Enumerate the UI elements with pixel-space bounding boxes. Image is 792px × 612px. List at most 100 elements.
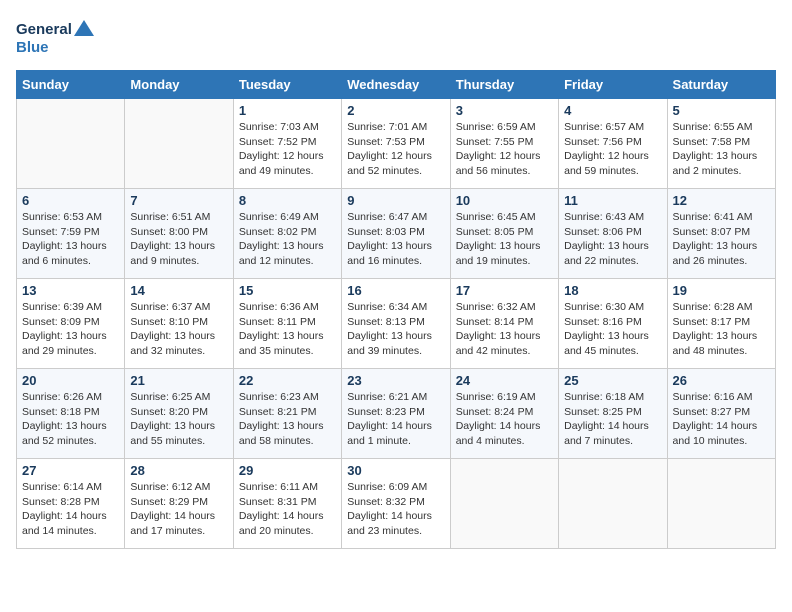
day-info: Sunrise: 6:47 AM Sunset: 8:03 PM Dayligh… — [347, 210, 444, 269]
day-info: Sunrise: 6:45 AM Sunset: 8:05 PM Dayligh… — [456, 210, 553, 269]
calendar-cell: 29 Sunrise: 6:11 AM Sunset: 8:31 PM Dayli… — [233, 459, 341, 549]
weekday-header-monday: Monday — [125, 71, 233, 99]
weekday-header-sunday: Sunday — [17, 71, 125, 99]
weekday-header-thursday: Thursday — [450, 71, 558, 99]
calendar-cell: 13 Sunrise: 6:39 AM Sunset: 8:09 PM Dayli… — [17, 279, 125, 369]
day-info: Sunrise: 6:55 AM Sunset: 7:58 PM Dayligh… — [673, 120, 770, 179]
calendar-cell: 19Sunrise: 6:28 AM Sunset: 8:17 PM Dayli… — [667, 279, 775, 369]
svg-text:General: General — [16, 21, 72, 38]
week-row-3: 13 Sunrise: 6:39 AM Sunset: 8:09 PM Dayli… — [17, 279, 776, 369]
day-number: 17 — [456, 283, 553, 298]
day-info: Sunrise: 6:34 AM Sunset: 8:13 PM Dayligh… — [347, 300, 444, 359]
calendar-cell — [17, 99, 125, 189]
weekday-header-tuesday: Tuesday — [233, 71, 341, 99]
day-number: 26 — [673, 373, 770, 388]
calendar-cell — [667, 459, 775, 549]
calendar-cell — [559, 459, 667, 549]
day-number: 16 — [347, 283, 444, 298]
calendar-cell: 7 Sunrise: 6:51 AM Sunset: 8:00 PM Daylig… — [125, 189, 233, 279]
svg-text:Blue: Blue — [16, 39, 49, 56]
day-number: 29 — [239, 463, 336, 478]
day-info: Sunrise: 6:19 AM Sunset: 8:24 PM Dayligh… — [456, 390, 553, 449]
day-number: 14 — [130, 283, 227, 298]
day-number: 28 — [130, 463, 227, 478]
calendar-cell: 30 Sunrise: 6:09 AM Sunset: 8:32 PM Dayli… — [342, 459, 450, 549]
weekday-header-wednesday: Wednesday — [342, 71, 450, 99]
day-info: Sunrise: 6:59 AM Sunset: 7:55 PM Dayligh… — [456, 120, 553, 179]
day-number: 24 — [456, 373, 553, 388]
calendar-cell: 16 Sunrise: 6:34 AM Sunset: 8:13 PM Dayli… — [342, 279, 450, 369]
day-number: 10 — [456, 193, 553, 208]
day-info: Sunrise: 6:53 AM Sunset: 7:59 PM Dayligh… — [22, 210, 119, 269]
day-info: Sunrise: 6:30 AM Sunset: 8:16 PM Dayligh… — [564, 300, 661, 359]
day-info: Sunrise: 6:51 AM Sunset: 8:00 PM Dayligh… — [130, 210, 227, 269]
day-number: 12 — [673, 193, 770, 208]
logo: General Blue — [16, 16, 96, 60]
day-info: Sunrise: 6:18 AM Sunset: 8:25 PM Dayligh… — [564, 390, 661, 449]
week-row-5: 27Sunrise: 6:14 AM Sunset: 8:28 PM Dayli… — [17, 459, 776, 549]
day-info: Sunrise: 7:01 AM Sunset: 7:53 PM Dayligh… — [347, 120, 444, 179]
calendar-cell: 28Sunrise: 6:12 AM Sunset: 8:29 PM Dayli… — [125, 459, 233, 549]
calendar-cell: 8Sunrise: 6:49 AM Sunset: 8:02 PM Daylig… — [233, 189, 341, 279]
calendar-cell — [125, 99, 233, 189]
day-info: Sunrise: 6:39 AM Sunset: 8:09 PM Dayligh… — [22, 300, 119, 359]
day-info: Sunrise: 6:25 AM Sunset: 8:20 PM Dayligh… — [130, 390, 227, 449]
calendar-cell — [450, 459, 558, 549]
day-number: 1 — [239, 103, 336, 118]
calendar-cell: 25 Sunrise: 6:18 AM Sunset: 8:25 PM Dayli… — [559, 369, 667, 459]
day-info: Sunrise: 6:09 AM Sunset: 8:32 PM Dayligh… — [347, 480, 444, 539]
day-info: Sunrise: 6:43 AM Sunset: 8:06 PM Dayligh… — [564, 210, 661, 269]
day-info: Sunrise: 7:03 AM Sunset: 7:52 PM Dayligh… — [239, 120, 336, 179]
calendar-cell: 27Sunrise: 6:14 AM Sunset: 8:28 PM Dayli… — [17, 459, 125, 549]
day-number: 23 — [347, 373, 444, 388]
day-number: 20 — [22, 373, 119, 388]
day-number: 2 — [347, 103, 444, 118]
calendar-cell: 22Sunrise: 6:23 AM Sunset: 8:21 PM Dayli… — [233, 369, 341, 459]
calendar-cell: 5 Sunrise: 6:55 AM Sunset: 7:58 PM Daylig… — [667, 99, 775, 189]
day-number: 9 — [347, 193, 444, 208]
day-info: Sunrise: 6:21 AM Sunset: 8:23 PM Dayligh… — [347, 390, 444, 449]
calendar-cell: 15 Sunrise: 6:36 AM Sunset: 8:11 PM Dayli… — [233, 279, 341, 369]
calendar-cell: 3 Sunrise: 6:59 AM Sunset: 7:55 PM Daylig… — [450, 99, 558, 189]
day-number: 4 — [564, 103, 661, 118]
day-number: 11 — [564, 193, 661, 208]
calendar-cell: 26 Sunrise: 6:16 AM Sunset: 8:27 PM Dayli… — [667, 369, 775, 459]
day-number: 30 — [347, 463, 444, 478]
calendar-cell: 20 Sunrise: 6:26 AM Sunset: 8:18 PM Dayli… — [17, 369, 125, 459]
calendar-cell: 11 Sunrise: 6:43 AM Sunset: 8:06 PM Dayli… — [559, 189, 667, 279]
calendar-cell: 12 Sunrise: 6:41 AM Sunset: 8:07 PM Dayli… — [667, 189, 775, 279]
day-number: 21 — [130, 373, 227, 388]
calendar-cell: 2 Sunrise: 7:01 AM Sunset: 7:53 PM Daylig… — [342, 99, 450, 189]
logo-svg: General Blue — [16, 16, 96, 60]
day-info: Sunrise: 6:41 AM Sunset: 8:07 PM Dayligh… — [673, 210, 770, 269]
day-info: Sunrise: 6:16 AM Sunset: 8:27 PM Dayligh… — [673, 390, 770, 449]
day-number: 25 — [564, 373, 661, 388]
day-number: 22 — [239, 373, 336, 388]
weekday-header-friday: Friday — [559, 71, 667, 99]
calendar-cell: 17 Sunrise: 6:32 AM Sunset: 8:14 PM Dayli… — [450, 279, 558, 369]
day-number: 6 — [22, 193, 119, 208]
calendar-table: SundayMondayTuesdayWednesdayThursdayFrid… — [16, 70, 776, 549]
day-info: Sunrise: 6:37 AM Sunset: 8:10 PM Dayligh… — [130, 300, 227, 359]
calendar-cell: 18 Sunrise: 6:30 AM Sunset: 8:16 PM Dayli… — [559, 279, 667, 369]
calendar-cell: 4 Sunrise: 6:57 AM Sunset: 7:56 PM Daylig… — [559, 99, 667, 189]
day-info: Sunrise: 6:32 AM Sunset: 8:14 PM Dayligh… — [456, 300, 553, 359]
day-number: 5 — [673, 103, 770, 118]
calendar-cell: 6 Sunrise: 6:53 AM Sunset: 7:59 PM Daylig… — [17, 189, 125, 279]
day-number: 19 — [673, 283, 770, 298]
day-number: 13 — [22, 283, 119, 298]
day-number: 3 — [456, 103, 553, 118]
calendar-cell: 24 Sunrise: 6:19 AM Sunset: 8:24 PM Dayli… — [450, 369, 558, 459]
day-info: Sunrise: 6:26 AM Sunset: 8:18 PM Dayligh… — [22, 390, 119, 449]
day-info: Sunrise: 6:57 AM Sunset: 7:56 PM Dayligh… — [564, 120, 661, 179]
calendar-cell: 23 Sunrise: 6:21 AM Sunset: 8:23 PM Dayli… — [342, 369, 450, 459]
day-info: Sunrise: 6:36 AM Sunset: 8:11 PM Dayligh… — [239, 300, 336, 359]
calendar-cell: 9 Sunrise: 6:47 AM Sunset: 8:03 PM Daylig… — [342, 189, 450, 279]
week-row-4: 20 Sunrise: 6:26 AM Sunset: 8:18 PM Dayli… — [17, 369, 776, 459]
calendar-cell: 10 Sunrise: 6:45 AM Sunset: 8:05 PM Dayli… — [450, 189, 558, 279]
day-number: 27 — [22, 463, 119, 478]
day-number: 7 — [130, 193, 227, 208]
day-number: 15 — [239, 283, 336, 298]
day-number: 18 — [564, 283, 661, 298]
day-info: Sunrise: 6:11 AM Sunset: 8:31 PM Dayligh… — [239, 480, 336, 539]
